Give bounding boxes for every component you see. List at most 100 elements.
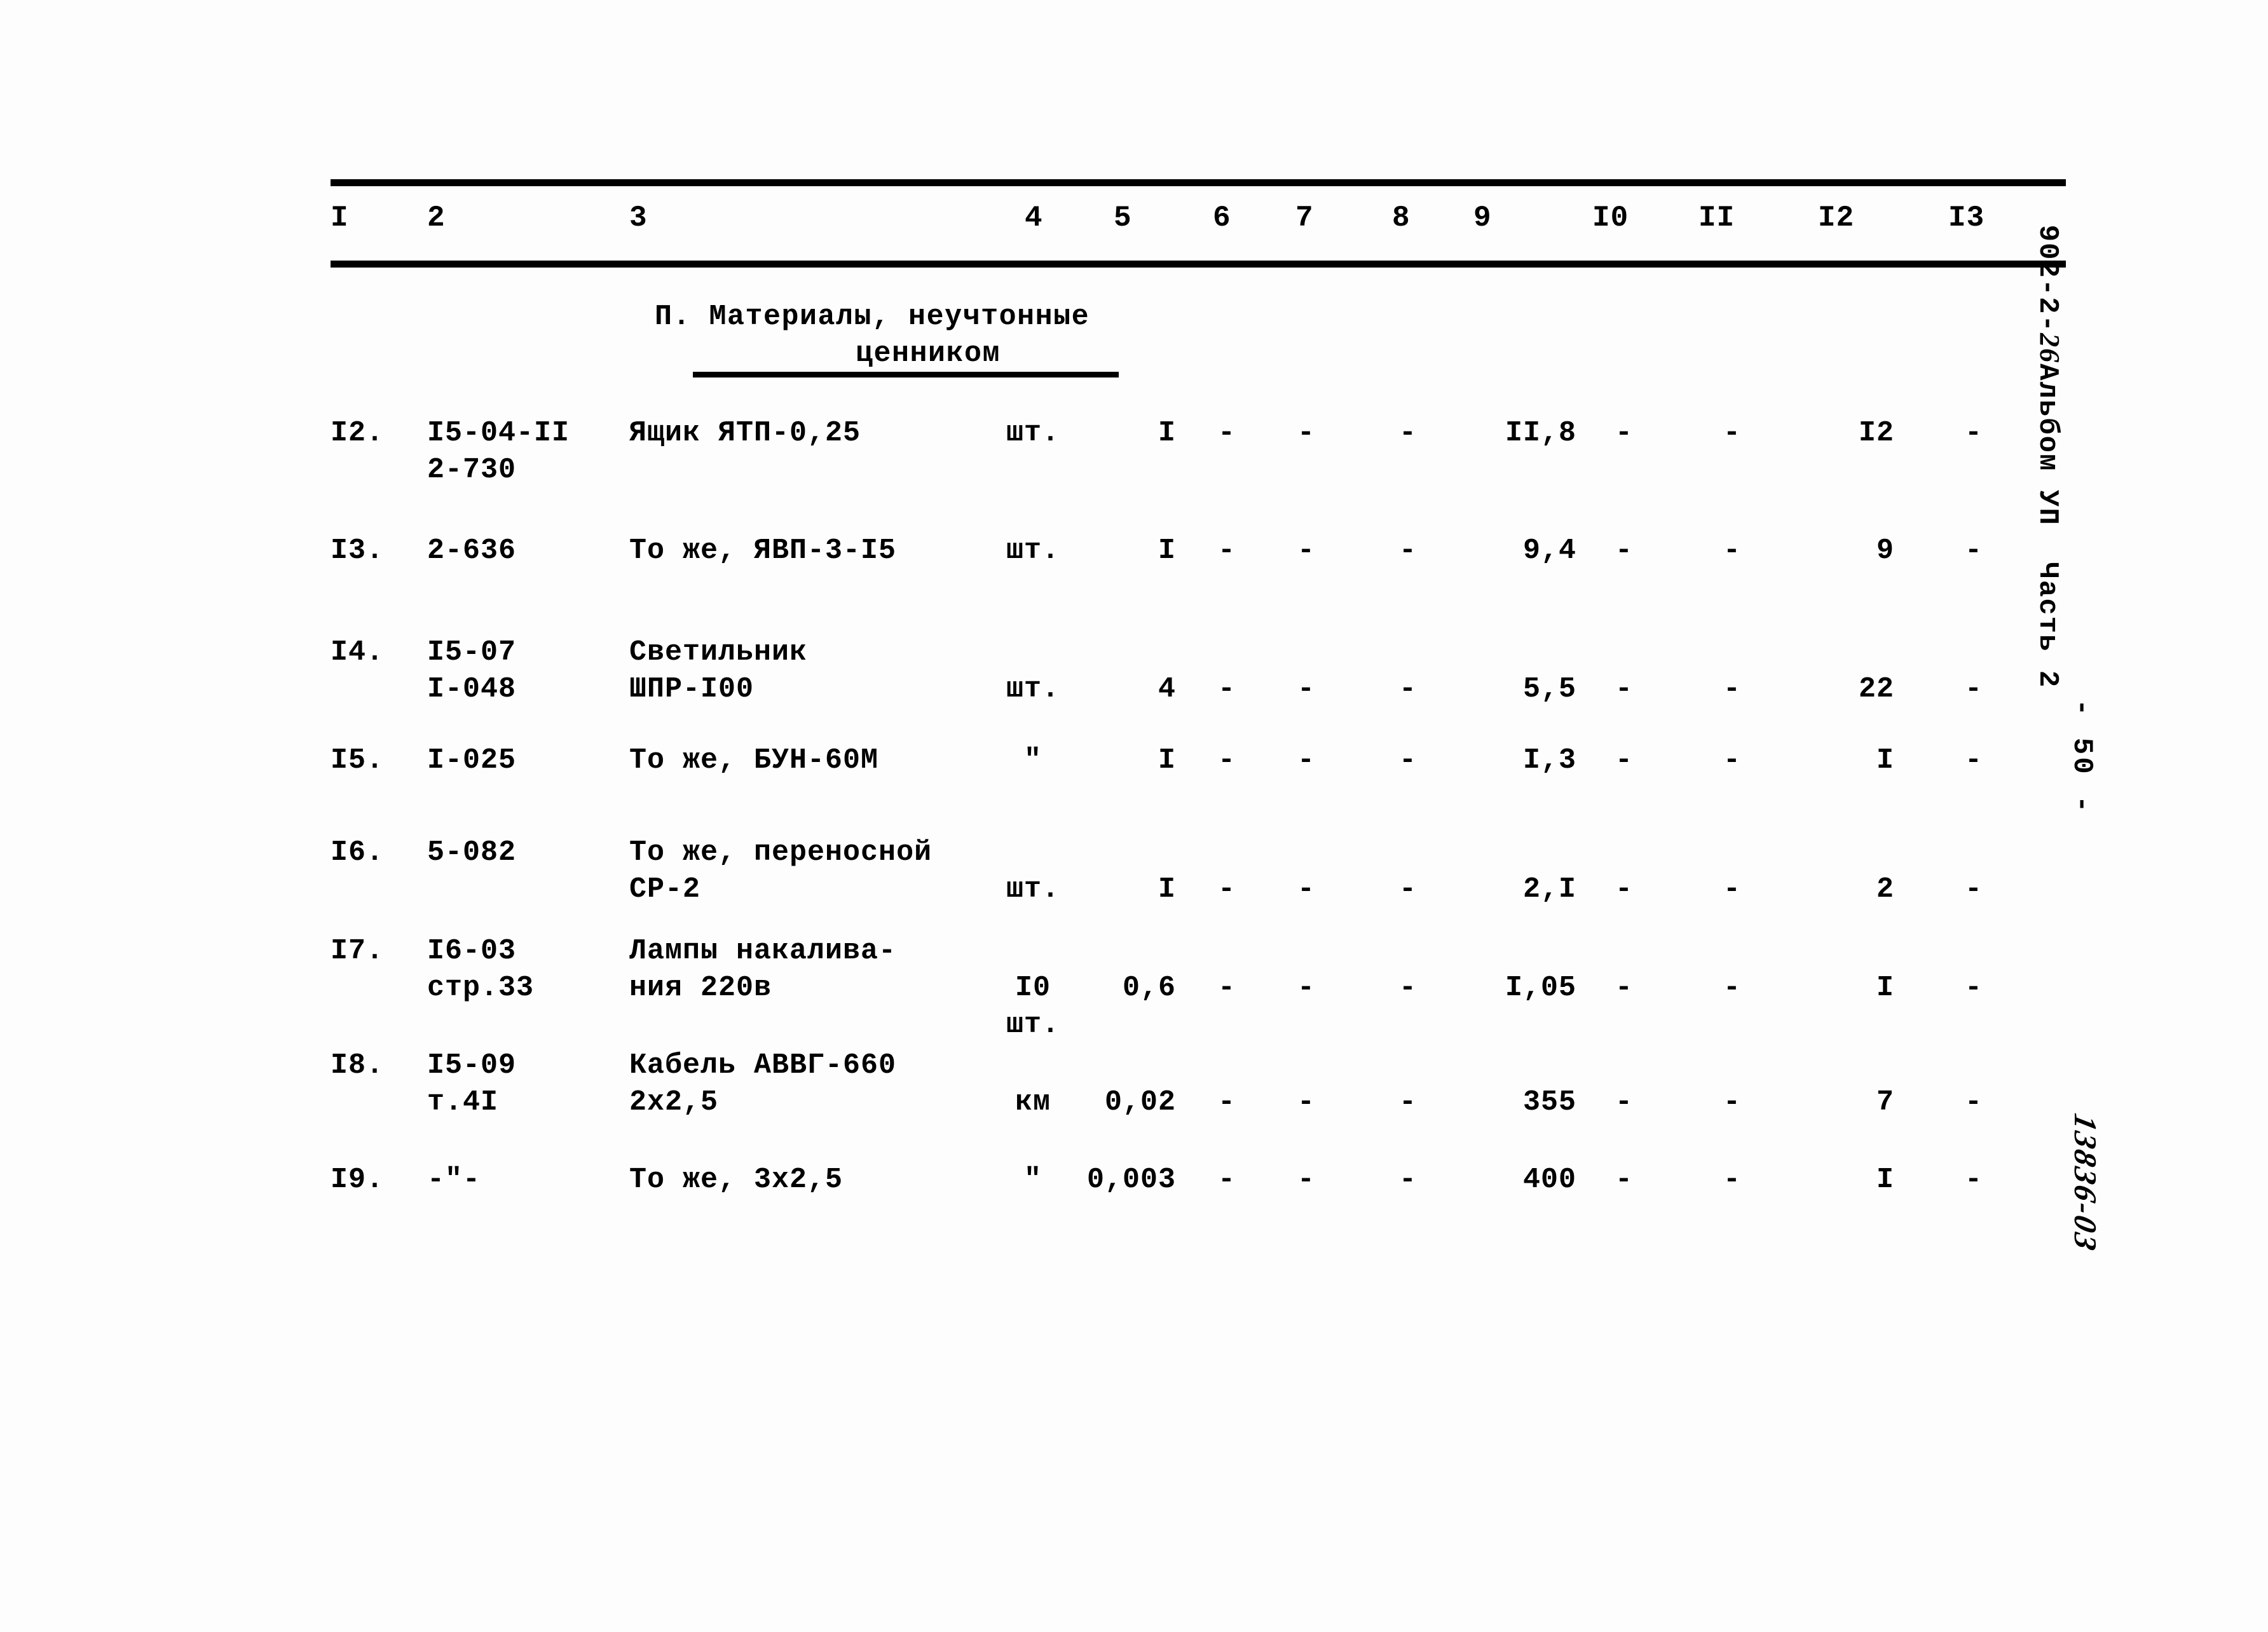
row-unit: шт. [1006,534,1060,567]
row-number: I4. [331,636,385,669]
row-unit: шт. [1006,673,1060,705]
row-col9: 400 [1522,1164,1576,1196]
row-col12: I [1876,1164,1894,1196]
row-code-line2: 2-730 [427,454,517,486]
row-number: I8. [331,1049,385,1082]
row-col7: - [1297,744,1315,777]
row-col6: - [1217,534,1236,567]
row-col12: 22 [1858,673,1894,705]
doc-code-suffix: Альбом УП Часть 2 [2032,364,2063,689]
row-col13: - [1964,417,1983,449]
row-col9: II,8 [1505,417,1576,449]
row-quantity: I [1158,417,1176,449]
row-unit-line2: шт. [1006,1009,1060,1041]
row-col7: - [1297,673,1315,705]
row-col10: - [1615,873,1633,906]
row-col10: - [1615,744,1633,777]
row-quantity: I [1158,744,1176,777]
row-col12: I [1876,744,1894,777]
row-number: I6. [331,836,385,869]
row-code: 5-082 [427,836,517,869]
row-col10: - [1615,1164,1633,1196]
row-col9: 2,I [1522,873,1576,906]
row-col10: - [1615,417,1633,449]
row-col12: 2 [1876,873,1894,906]
row-name: То же, 3х2,5 [629,1164,844,1196]
row-name: То же, БУН-60М [629,744,879,777]
row-col9: I,3 [1522,744,1576,777]
row-col9: 5,5 [1522,673,1576,705]
document-code-sidebar: 902-2-26Альбом УП Часть 2 [2000,153,2098,689]
row-col13: - [1964,744,1983,777]
row-name-line2: ШПР-I00 [629,673,755,705]
row-col8: - [1398,873,1417,906]
row-code: I5-04-II [427,417,570,449]
row-col13: - [1964,1086,1983,1119]
row-unit: " [1023,1164,1042,1196]
row-quantity: I [1158,873,1176,906]
row-col12: 7 [1876,1086,1894,1119]
row-name-line2: СР-2 [629,873,701,906]
row-unit: шт. [1006,417,1060,449]
row-col9: 355 [1522,1086,1576,1119]
row-col11: - [1723,873,1741,906]
row-code-line2: стр.33 [427,972,535,1004]
row-col11: - [1723,534,1741,567]
row-col8: - [1398,534,1417,567]
table-body: I2. I5-04-II 2-730 Ящик ЯТП-0,25 шт. I - - - II,8… [0,0,2268,1632]
row-unit: шт. [1006,873,1060,906]
row-col10: - [1615,534,1633,567]
row-col9: 9,4 [1522,534,1576,567]
row-code: I6-03 [427,935,517,967]
doc-code-handwritten-number: 26 [2034,333,2065,364]
row-name: Светильник [629,636,808,669]
row-number: I5. [331,744,385,777]
row-quantity: 4 [1158,673,1176,705]
row-col11: - [1723,744,1741,777]
row-name: То же, переносной [629,836,932,869]
row-col10: - [1615,972,1633,1004]
row-col7: - [1297,873,1315,906]
row-col10: - [1615,673,1633,705]
row-col13: - [1964,534,1983,567]
row-col7: - [1297,417,1315,449]
row-col6: - [1217,1086,1236,1119]
row-col8: - [1398,673,1417,705]
row-col13: - [1964,673,1983,705]
row-name: То же, ЯВП-3-I5 [629,534,897,567]
doc-code-prefix: 902-2- [2032,224,2063,334]
row-quantity: 0,003 [1086,1164,1176,1196]
archive-code-handwritten: 13836-03 [2068,1110,2103,1256]
row-quantity: I [1158,534,1176,567]
row-col7: - [1297,534,1315,567]
row-col12: I [1876,972,1894,1004]
row-code: I5-07 [427,636,517,669]
row-col11: - [1723,417,1741,449]
row-name: Лампы накалива- [629,935,897,967]
row-col7: - [1297,1164,1315,1196]
row-name-line2: ния 220в [629,972,772,1004]
row-number: I3. [331,534,385,567]
row-col6: - [1217,873,1236,906]
row-col8: - [1398,744,1417,777]
row-quantity: 0,6 [1122,972,1176,1004]
row-code: 2-636 [427,534,517,567]
row-col11: - [1723,972,1741,1004]
row-col13: - [1964,972,1983,1004]
scanned-page: I 2 3 4 5 6 7 8 9 I0 II I2 I3 П. Материа… [0,0,2268,1632]
row-code-line2: I-048 [427,673,517,705]
row-col12: 9 [1876,534,1894,567]
row-col6: - [1217,1164,1236,1196]
row-code: -"- [427,1164,481,1196]
row-name-line2: 2х2,5 [629,1086,719,1119]
row-col6: - [1217,744,1236,777]
row-name: Кабель АВВГ-660 [629,1049,897,1082]
row-col11: - [1723,1164,1741,1196]
row-col10: - [1615,1086,1633,1119]
row-name: Ящик ЯТП-0,25 [629,417,861,449]
row-code: I-025 [427,744,517,777]
row-col6: - [1217,673,1236,705]
row-code: I5-09 [427,1049,517,1082]
row-col9: I,05 [1505,972,1576,1004]
row-col6: - [1217,417,1236,449]
